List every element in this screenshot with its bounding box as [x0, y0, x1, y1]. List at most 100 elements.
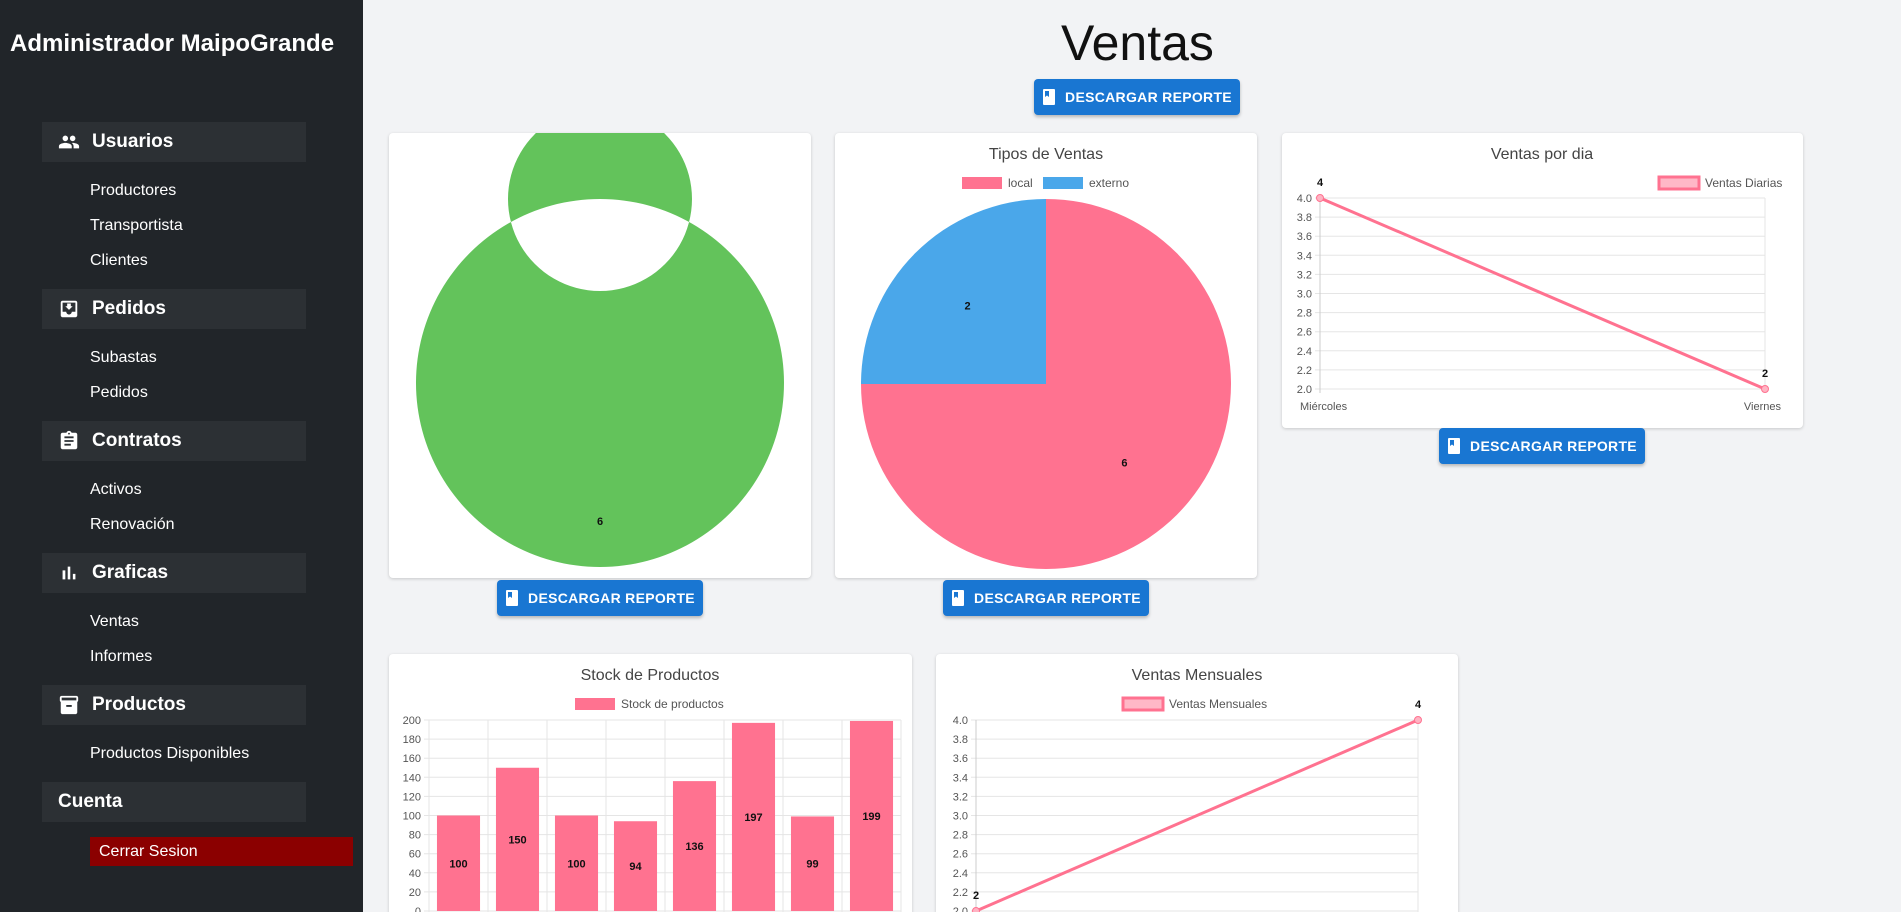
legend-label: local	[1008, 176, 1033, 190]
sidebar-section-usuarios[interactable]: Usuarios	[42, 122, 306, 162]
data-label: 4	[1415, 699, 1422, 711]
legend-swatch	[575, 698, 615, 710]
data-label: 4	[1317, 177, 1324, 189]
y-tick-label: 40	[409, 868, 421, 880]
data-label: 6	[1121, 457, 1127, 469]
y-tick-label: 2.2	[953, 887, 968, 899]
y-tick-label: 3.4	[1297, 250, 1312, 262]
sidebar-item-informes[interactable]: Informes	[90, 648, 152, 666]
y-tick-label: 160	[403, 753, 421, 765]
y-tick-label: 3.6	[1297, 231, 1312, 243]
x-tick-label: Viernes	[1744, 401, 1782, 413]
y-tick-label: 2.2	[1297, 365, 1312, 377]
sidebar-item-renovacion[interactable]: Renovación	[90, 516, 175, 534]
y-tick-label: 4.0	[953, 715, 968, 727]
sidebar-item-transportista[interactable]: Transportista	[90, 217, 183, 235]
sidebar-section-contratos[interactable]: Contratos	[42, 421, 306, 461]
data-label: 94	[629, 861, 642, 873]
sidebar-item-pedidos[interactable]: Pedidos	[90, 384, 148, 402]
sidebar-item-activos[interactable]: Activos	[90, 481, 142, 499]
y-tick-label: 3.2	[1297, 269, 1312, 281]
page-title: Ventas	[1061, 15, 1214, 71]
data-label: 197	[744, 812, 762, 824]
y-tick-label: 3.2	[953, 791, 968, 803]
sidebar-section-label: Contratos	[92, 430, 182, 451]
pie-chart: Tipos de Ventas local externo 6 2	[861, 146, 1231, 569]
download-report-button-tipos-ventas[interactable]: DESCARGAR REPORTE	[943, 580, 1149, 616]
sidebar-item-ventas[interactable]: Ventas	[90, 613, 139, 631]
chart-card-stock: Stock de Productos Stock de productos 200 1…	[389, 654, 912, 912]
bar-chart-icon	[58, 562, 80, 584]
data-label: 2	[973, 890, 979, 902]
y-tick-label: 180	[403, 734, 421, 746]
y-tick-label: 2.0	[1297, 384, 1312, 396]
data-label: 100	[449, 858, 467, 870]
data-label: 2	[964, 301, 970, 313]
line-chart: Ventas Mensuales Ventas Mensuales 4.0 3.8 3.…	[953, 667, 1422, 912]
data-label: 199	[862, 811, 880, 823]
y-tick-label: 2.0	[953, 906, 968, 912]
y-tick-label: 2.6	[1297, 327, 1312, 339]
download-report-label: DESCARGAR REPORTE	[528, 590, 695, 606]
sidebar-item-productos-disponibles[interactable]: Productos Disponibles	[90, 745, 249, 763]
sidebar-item-subastas[interactable]: Subastas	[90, 349, 157, 367]
y-tick-label: 200	[403, 715, 421, 727]
legend-label: Ventas Mensuales	[1169, 697, 1267, 711]
data-point	[1316, 194, 1324, 202]
download-report-button-pago[interactable]: DESCARGAR REPORTE	[497, 580, 703, 616]
bar-chart: Stock de ProductosStock de productos2001…	[403, 667, 902, 912]
y-tick-label: 3.8	[1297, 212, 1312, 224]
inbox-icon	[58, 298, 80, 320]
sidebar: Administrador MaipoGrande Usuarios Produ…	[0, 0, 363, 912]
sidebar-section-productos[interactable]: Productos	[42, 685, 306, 725]
y-tick-label: 3.0	[953, 811, 968, 823]
book-icon	[952, 590, 965, 606]
sidebar-section-graficas[interactable]: Graficas	[42, 553, 306, 593]
y-tick-label: 3.0	[1297, 289, 1312, 301]
clipboard-icon	[58, 430, 80, 452]
y-tick-label: 120	[403, 791, 421, 803]
chart-card-tipos-pago: Tipos de PagoPAGADO6	[389, 133, 811, 578]
archive-icon	[58, 694, 80, 716]
logout-button[interactable]: Cerrar Sesion	[90, 837, 353, 866]
sidebar-section-cuenta[interactable]: Cuenta	[42, 782, 306, 822]
y-tick-label: 20	[409, 887, 421, 899]
sidebar-section-label: Graficas	[92, 562, 169, 583]
chart-card-ventas-mensuales: Ventas Mensuales Ventas Mensuales 4.0 3.8 3.…	[936, 654, 1458, 912]
legend-label: externo	[1089, 176, 1129, 190]
download-report-button-ventas-dia[interactable]: DESCARGAR REPORTE	[1439, 428, 1645, 464]
chart-card-ventas-dia: Ventas por dia Ventas Diarias 4.0 3.8 3.6 3.4…	[1282, 133, 1803, 428]
app-title: Administrador MaipoGrande	[10, 30, 335, 57]
download-report-label: DESCARGAR REPORTE	[974, 590, 1141, 606]
doughnut-slice	[416, 133, 784, 567]
y-tick-label: 2.8	[1297, 308, 1312, 320]
y-tick-label: 2.6	[953, 849, 968, 861]
chart-title: Tipos de Ventas	[989, 146, 1103, 163]
legend-swatch	[1657, 175, 1701, 191]
y-tick-label: 2.8	[953, 830, 968, 842]
sidebar-section-label: Pedidos	[92, 298, 166, 319]
line-chart: Ventas por dia Ventas Diarias 4.0 3.8 3.6 3.4…	[1297, 146, 1783, 413]
data-label: 136	[685, 841, 703, 853]
legend-swatch	[1043, 177, 1083, 189]
chart-title: Stock de Productos	[581, 667, 720, 684]
download-report-label: DESCARGAR REPORTE	[1470, 438, 1637, 454]
legend-swatch	[1121, 696, 1165, 712]
sidebar-section-pedidos[interactable]: Pedidos	[42, 289, 306, 329]
download-report-label: DESCARGAR REPORTE	[1065, 89, 1232, 105]
y-tick-label: 3.4	[953, 772, 968, 784]
chart-title: Ventas por dia	[1491, 146, 1593, 163]
data-label: 99	[806, 859, 818, 871]
y-tick-label: 3.8	[953, 734, 968, 746]
users-icon	[58, 131, 80, 153]
sidebar-section-label: Productos	[92, 694, 186, 715]
sidebar-item-clientes[interactable]: Clientes	[90, 252, 148, 270]
pie-slice-externo	[861, 199, 1046, 384]
book-icon	[1043, 89, 1056, 105]
download-report-button-main[interactable]: DESCARGAR REPORTE	[1034, 79, 1240, 115]
sidebar-item-productores[interactable]: Productores	[90, 182, 176, 200]
y-tick-label: 0	[415, 906, 421, 912]
y-tick-label: 2.4	[953, 868, 968, 880]
data-point	[1414, 716, 1422, 724]
y-tick-label: 4.0	[1297, 193, 1312, 205]
